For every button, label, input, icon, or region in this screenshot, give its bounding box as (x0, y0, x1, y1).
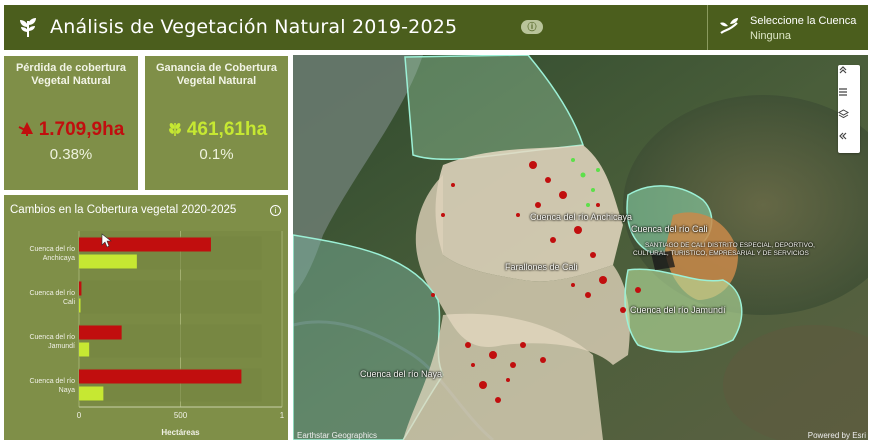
bar-gain[interactable] (79, 386, 104, 401)
layers-icon[interactable] (838, 109, 860, 131)
kpi-gain-title: Ganancia de Cobertura Vegetal Natural (155, 62, 278, 87)
coverage-change-chart-panel: Cambios en la Cobertura vegetal 2020-202… (4, 195, 288, 440)
category-label: Cuenca del río (29, 378, 75, 385)
category-label: Jamundí (48, 343, 75, 350)
map-view[interactable]: Cuenca del río Anchicaya Cuenca del río … (293, 55, 868, 440)
esri-attribution[interactable]: Powered by Esri (808, 431, 866, 440)
kpi-loss-value: 1.709,9ha (38, 119, 125, 140)
header-divider (707, 5, 708, 50)
kpi-gain-value-row: 461,61ha (145, 119, 288, 141)
bar-track (79, 280, 262, 314)
collapse-icon[interactable] (838, 65, 860, 87)
leaf-gain-icon (168, 123, 181, 136)
kpi-loss-card: Pérdida de cobertura Vegetal Natural 1.7… (4, 56, 138, 190)
map-toolbar (838, 65, 860, 153)
x-axis-title: Hectáreas (161, 428, 200, 437)
map-attribution: Earthstar Geographics (297, 431, 378, 440)
app-header: Análisis de Vegetación Natural 2019-2025… (4, 5, 868, 50)
info-button[interactable]: ⓘ (521, 20, 543, 34)
kpi-loss-percent: 0.38% (49, 146, 93, 163)
bar-gain[interactable] (79, 342, 90, 357)
map-label-distrito-line2: CULTURAL, TURISTICO, EMPRESARIAL Y DE SE… (633, 250, 809, 257)
basin-selector-value[interactable]: Ninguna (750, 30, 791, 42)
category-label: Cuenca del río (29, 334, 75, 341)
expand-left-icon[interactable] (838, 131, 860, 153)
tree-loss-icon (18, 122, 33, 136)
category-label: Cuenca del río (29, 290, 75, 297)
bar-chart: 0 500 1 Cuenca del río Anchicaya Cuenca del r… (29, 231, 285, 437)
x-tick-label: 500 (174, 411, 188, 420)
legend-icon[interactable] (838, 87, 860, 109)
map-label-distrito-line1: SANTIAGO DE CALI DISTRITO ESPECIAL, DEPO… (645, 242, 815, 249)
kpi-gain-percent: 0.1% (199, 146, 234, 163)
category-label: Naya (59, 387, 75, 394)
category-label: Cali (63, 299, 76, 306)
category-label: Cuenca del río (29, 246, 75, 253)
kpi-loss-value-row: 1.709,9ha (4, 119, 138, 141)
x-tick-label: 0 (77, 411, 82, 420)
bar-loss[interactable] (79, 281, 82, 296)
kpi-gain-value: 461,61ha (186, 119, 268, 140)
bar-gain[interactable] (79, 298, 81, 313)
basin-selector-label[interactable]: Seleccione la Cuenca (750, 15, 856, 27)
map-label-anchicaya: Cuenca del río Anchicaya (530, 212, 633, 222)
bar-loss[interactable] (79, 369, 242, 384)
bar-loss[interactable] (79, 325, 122, 340)
map-label-farallones: Farallones de Cali (505, 262, 578, 272)
plant-logo-icon (20, 18, 36, 37)
map-label-jamundi: Cuenca del río Jamundí (630, 305, 726, 315)
map-label-cali: Cuenca del río Cali (631, 224, 708, 234)
x-tick-label: 1 (280, 411, 285, 420)
kpi-gain-card: Ganancia de Cobertura Vegetal Natural 46… (145, 56, 288, 190)
page-title: Análisis de Vegetación Natural 2019-2025 (50, 16, 458, 38)
map-label-naya: Cuenca del río Naya (360, 369, 443, 379)
basin-selector-icon[interactable] (717, 15, 741, 39)
bar-gain[interactable] (79, 254, 137, 269)
kpi-loss-title: Pérdida de cobertura Vegetal Natural (15, 62, 127, 87)
category-label: Anchicaya (43, 255, 75, 262)
bar-loss[interactable] (79, 237, 211, 252)
